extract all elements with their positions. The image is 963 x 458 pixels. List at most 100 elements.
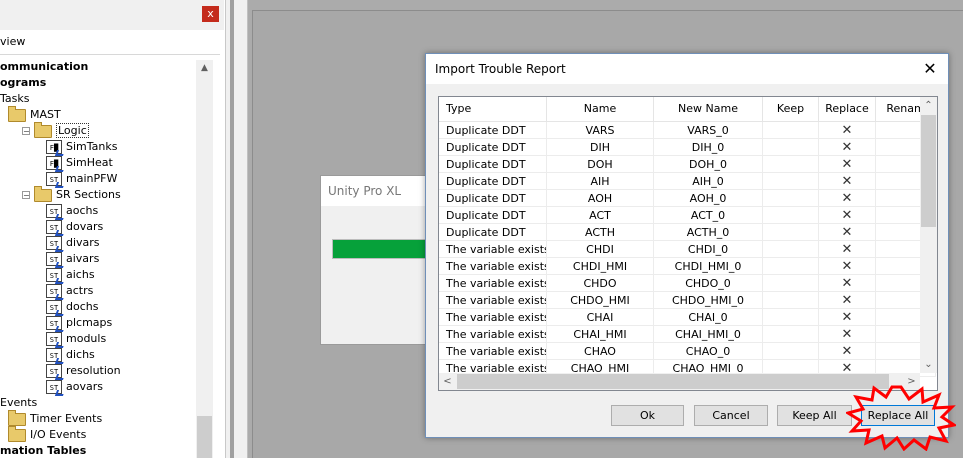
cell-type[interactable]: Duplicate DDT	[439, 156, 547, 173]
cell-keep[interactable]	[763, 275, 819, 292]
cell-replace[interactable]: ✕	[819, 258, 876, 275]
tree-item[interactable]: ograms	[0, 75, 46, 91]
cell-replace[interactable]: ✕	[819, 173, 876, 190]
cell-replace[interactable]: ✕	[819, 224, 876, 241]
cell-type[interactable]: Duplicate DDT	[439, 190, 547, 207]
vertical-scroll-thumb[interactable]	[921, 115, 936, 227]
cell-replace[interactable]: ✕	[819, 275, 876, 292]
cell-type[interactable]: Duplicate DDT	[439, 173, 547, 190]
column-header-replace[interactable]: Replace	[819, 97, 876, 121]
tree-item[interactable]: ST aovars	[46, 379, 103, 395]
cell-type[interactable]: Duplicate DDT	[439, 122, 547, 139]
cell-new-name[interactable]: DIH_0	[654, 139, 763, 156]
cell-replace[interactable]: ✕	[819, 122, 876, 139]
cell-replace[interactable]: ✕	[819, 207, 876, 224]
table-row[interactable]: Duplicate DDT DIH DIH_0 ✕	[439, 139, 936, 156]
cell-replace[interactable]: ✕	[819, 139, 876, 156]
cell-type[interactable]: The variable exists...	[439, 241, 547, 258]
cell-new-name[interactable]: AOH_0	[654, 190, 763, 207]
cell-new-name[interactable]: CHDI_HMI_0	[654, 258, 763, 275]
cell-name[interactable]: DIH	[547, 139, 654, 156]
cell-name[interactable]: AIH	[547, 173, 654, 190]
scroll-down-icon[interactable]: ⌄	[920, 356, 937, 373]
table-row[interactable]: The variable exists...CHDOCHDO_0 ✕	[439, 275, 936, 292]
column-header-new-name[interactable]: New Name	[654, 97, 763, 121]
panel-splitter[interactable]	[225, 0, 230, 458]
cell-keep[interactable]	[763, 173, 819, 190]
cell-keep[interactable]	[763, 343, 819, 360]
cell-new-name[interactable]: ACTH_0	[654, 224, 763, 241]
cell-new-name[interactable]: CHDO_0	[654, 275, 763, 292]
close-icon[interactable]: ✕	[920, 59, 940, 79]
cell-new-name[interactable]: CHAI_HMI_0	[654, 326, 763, 343]
cell-replace[interactable]: ✕	[819, 190, 876, 207]
cell-new-name[interactable]: CHAO_0	[654, 343, 763, 360]
cell-replace[interactable]: ✕	[819, 241, 876, 258]
column-header-name[interactable]: Name	[547, 97, 654, 121]
tree-item[interactable]: F█ SimHeat	[46, 155, 113, 171]
tree-item[interactable]: − SR Sections	[22, 185, 121, 203]
column-header-keep[interactable]: Keep	[763, 97, 819, 121]
cell-keep[interactable]	[763, 224, 819, 241]
cell-name[interactable]: CHAO	[547, 343, 654, 360]
cell-keep[interactable]	[763, 326, 819, 343]
cell-type[interactable]: The variable exists...	[439, 275, 547, 292]
cell-new-name[interactable]: DOH_0	[654, 156, 763, 173]
cell-type[interactable]: The variable exists...	[439, 343, 547, 360]
table-row[interactable]: The variable exists...CHAOCHAO_0 ✕	[439, 343, 936, 360]
table-row[interactable]: Duplicate DDT DOH DOH_0 ✕	[439, 156, 936, 173]
tree-item[interactable]: ST moduls	[46, 331, 106, 347]
tree-item[interactable]: ST dichs	[46, 347, 95, 363]
cell-type[interactable]: The variable exists...	[439, 326, 547, 343]
table-row[interactable]: The variable exists...CHAI_HMICHAI_HMI_0…	[439, 326, 936, 343]
cell-name[interactable]: CHDI	[547, 241, 654, 258]
tree-item[interactable]: ST divars	[46, 235, 100, 251]
cell-name[interactable]: CHAI_HMI	[547, 326, 654, 343]
cell-name[interactable]: CHDO_HMI	[547, 292, 654, 309]
scroll-up-icon[interactable]: ⌃	[920, 97, 937, 114]
keep-all-button[interactable]: Keep All	[777, 405, 852, 426]
cell-new-name[interactable]: AIH_0	[654, 173, 763, 190]
cell-keep[interactable]	[763, 156, 819, 173]
tree-item[interactable]: − Logic	[22, 121, 89, 139]
cell-type[interactable]: Duplicate DDT	[439, 139, 547, 156]
table-row[interactable]: The variable exists...CHDI_HMICHDI_HMI_0…	[439, 258, 936, 275]
cell-new-name[interactable]: CHDO_HMI_0	[654, 292, 763, 309]
cell-type[interactable]: The variable exists...	[439, 292, 547, 309]
cell-name[interactable]: CHAI	[547, 309, 654, 326]
cell-keep[interactable]	[763, 122, 819, 139]
cell-replace[interactable]: ✕	[819, 156, 876, 173]
tree-item[interactable]: mation Tables	[0, 443, 86, 458]
cell-new-name[interactable]: CHDI_0	[654, 241, 763, 258]
tree-item[interactable]: I/O Events	[8, 425, 86, 443]
table-row[interactable]: Duplicate DDT AIH AIH_0 ✕	[439, 173, 936, 190]
tree-item[interactable]: ST plcmaps	[46, 315, 112, 331]
column-header-type[interactable]: Type	[439, 97, 547, 121]
cell-name[interactable]: ACT	[547, 207, 654, 224]
collapse-icon[interactable]: −	[22, 127, 30, 136]
cell-type[interactable]: The variable exists...	[439, 309, 547, 326]
cell-replace[interactable]: ✕	[819, 326, 876, 343]
scroll-left-icon[interactable]: <	[439, 373, 456, 390]
tree-scroll-thumb[interactable]	[197, 416, 212, 458]
tree-item[interactable]: ST actrs	[46, 283, 93, 299]
cell-type[interactable]: The variable exists...	[439, 258, 547, 275]
cell-name[interactable]: DOH	[547, 156, 654, 173]
tree-item[interactable]: ST mainPFW	[46, 171, 117, 187]
ok-button[interactable]: Ok	[611, 405, 684, 426]
tree-item[interactable]: F█ SimTanks	[46, 139, 117, 155]
cell-keep[interactable]	[763, 139, 819, 156]
table-row[interactable]: Duplicate DDT ACT ACT_0 ✕	[439, 207, 936, 224]
tree-item[interactable]: ST aichs	[46, 267, 95, 283]
cell-name[interactable]: CHDO	[547, 275, 654, 292]
cell-replace[interactable]: ✕	[819, 343, 876, 360]
panel-splitter-right[interactable]	[234, 0, 248, 458]
collapse-icon[interactable]: −	[22, 191, 30, 200]
tree-item[interactable]: ommunication	[0, 59, 88, 75]
cell-keep[interactable]	[763, 241, 819, 258]
cell-keep[interactable]	[763, 207, 819, 224]
cell-keep[interactable]	[763, 258, 819, 275]
cell-new-name[interactable]: CHAI_0	[654, 309, 763, 326]
cell-keep[interactable]	[763, 292, 819, 309]
close-icon[interactable]: x	[202, 6, 219, 22]
